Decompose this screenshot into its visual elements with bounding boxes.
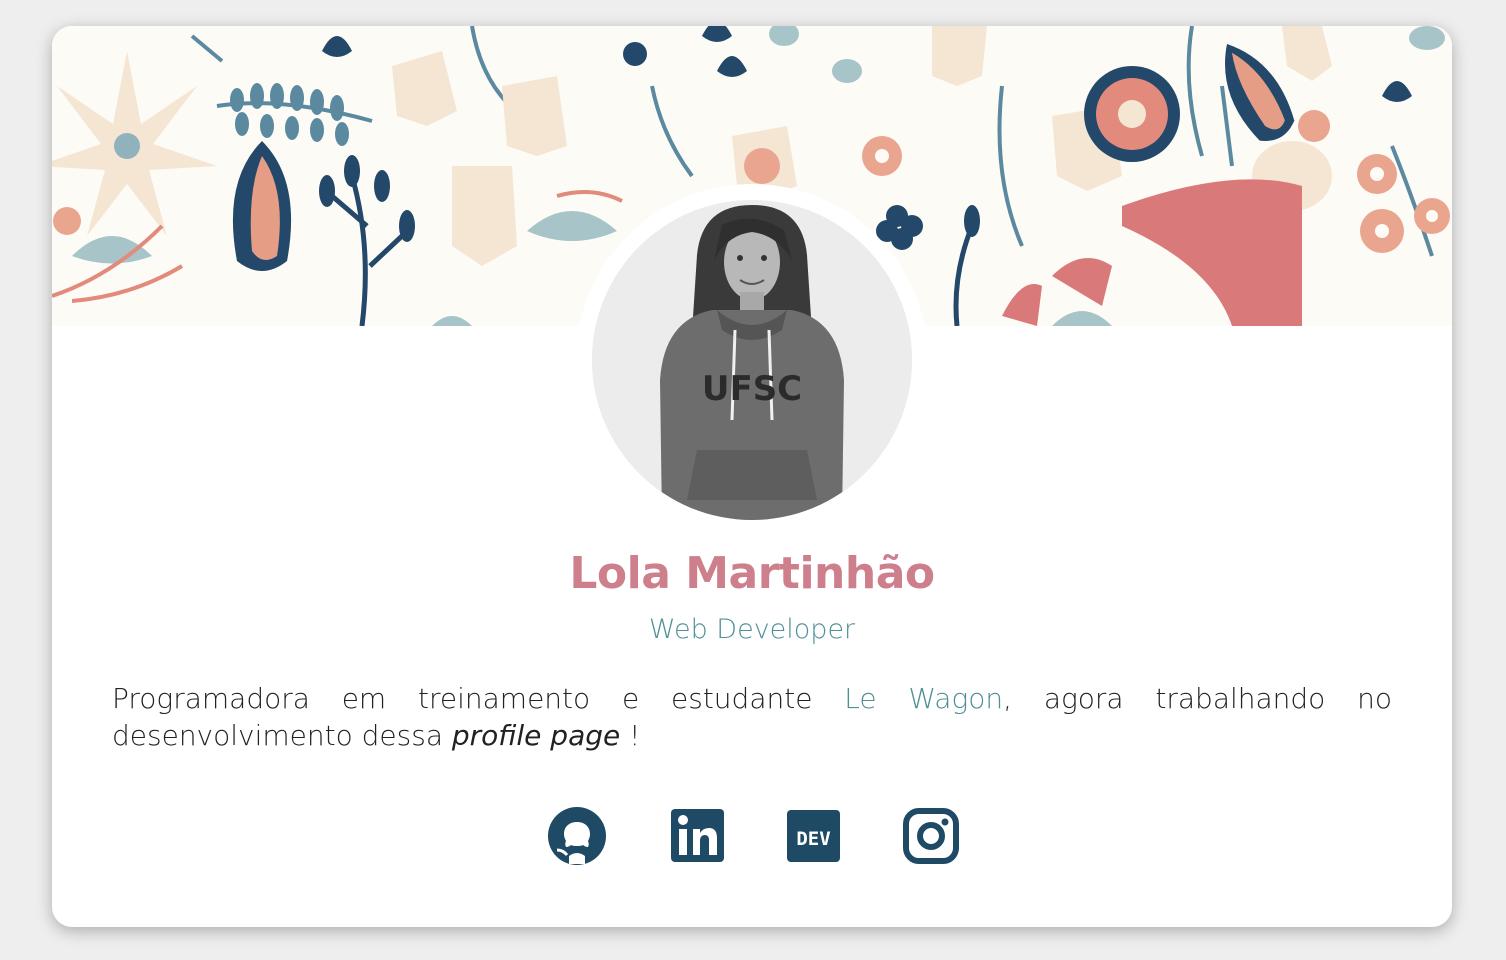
github-icon (548, 807, 606, 865)
instagram-link[interactable] (903, 806, 963, 866)
linkedin-link[interactable] (669, 806, 729, 866)
bio-italic-text: profile page (451, 719, 621, 752)
profile-photo: UFSC (592, 200, 912, 520)
bio-text: Programadora em treinamento e estudante (112, 682, 845, 715)
dev-link[interactable]: DEV (786, 806, 846, 866)
social-links: DEV (52, 806, 1452, 868)
le-wagon-link[interactable]: Le Wagon (844, 682, 1003, 715)
profile-role: Web Developer (648, 614, 856, 645)
profile-name: Lola Martinhão (569, 548, 935, 599)
profile-card: UFSC Lola Martinhão Web Developer Progra… (52, 26, 1452, 927)
linkedin-icon (671, 809, 724, 862)
dev-icon: DEV (787, 810, 840, 862)
svg-text:UFSC: UFSC (702, 369, 802, 409)
profile-bio: Programadora em treinamento e estudante … (112, 680, 1392, 754)
instagram-icon (903, 808, 959, 864)
bio-text: ! (620, 719, 641, 752)
avatar: UFSC (592, 200, 912, 520)
github-link[interactable] (547, 806, 607, 866)
dev-icon-label: DEV (796, 828, 830, 850)
